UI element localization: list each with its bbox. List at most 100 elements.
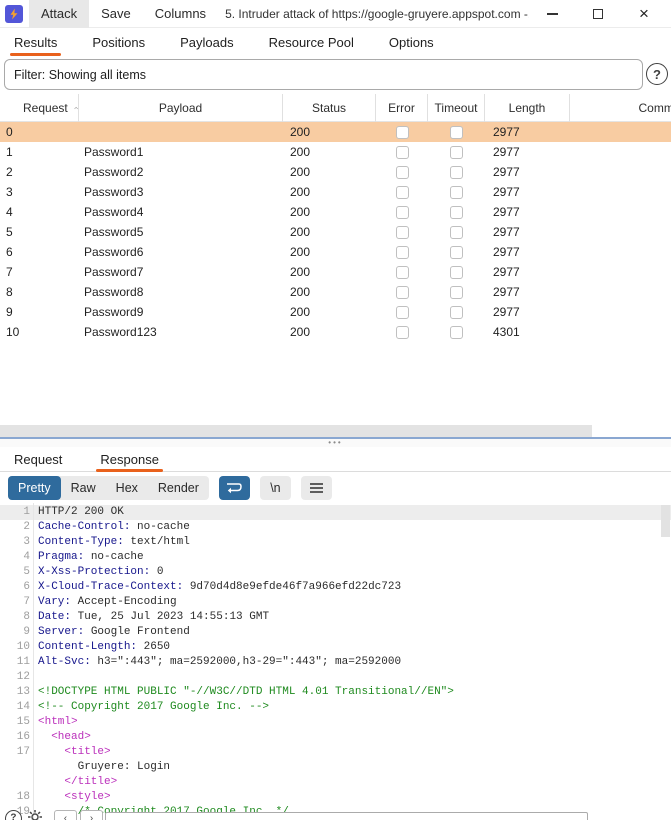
cell-comment	[570, 262, 671, 282]
cell-length: 2977	[485, 262, 570, 282]
help-icon[interactable]: ?	[646, 63, 668, 85]
cell-timeout	[428, 222, 485, 242]
timeout-checkbox[interactable]	[450, 166, 463, 179]
timeout-checkbox[interactable]	[450, 146, 463, 159]
vertical-scrollbar-thumb[interactable]	[661, 505, 670, 537]
maximize-button[interactable]	[575, 0, 621, 28]
tab-payloads[interactable]: Payloads	[178, 28, 235, 56]
cell-timeout	[428, 122, 485, 142]
cell-error	[376, 222, 428, 242]
view-mode-raw[interactable]: Raw	[61, 476, 106, 500]
cell-payload: Password4	[79, 202, 283, 222]
timeout-checkbox[interactable]	[450, 306, 463, 319]
cell-error	[376, 262, 428, 282]
menu-attack[interactable]: Attack	[29, 0, 89, 28]
tab-results[interactable]: Results	[12, 28, 59, 56]
header-error[interactable]: Error	[376, 94, 428, 122]
cell-timeout	[428, 262, 485, 282]
error-checkbox[interactable]	[396, 226, 409, 239]
response-line: 18 <style>	[0, 790, 671, 805]
header-payload[interactable]: Payload	[79, 94, 283, 122]
cell-payload: Password9	[79, 302, 283, 322]
line-number: 5	[0, 565, 30, 580]
table-row[interactable]: 0 200 2977	[0, 122, 671, 142]
cell-request: 7	[0, 262, 79, 282]
header-length[interactable]: Length	[485, 94, 570, 122]
close-button[interactable]: ×	[621, 0, 667, 28]
response-line: 7 Vary: Accept-Encoding	[0, 595, 671, 610]
timeout-checkbox[interactable]	[450, 226, 463, 239]
editor-search-input[interactable]	[105, 812, 588, 820]
filter-bar[interactable]: Filter: Showing all items	[4, 59, 643, 90]
cell-comment	[570, 282, 671, 302]
tab-request[interactable]: Request	[12, 447, 64, 471]
cell-status: 200	[283, 142, 376, 162]
error-checkbox[interactable]	[396, 286, 409, 299]
line-number: 14	[0, 700, 30, 715]
table-row[interactable]: 3 Password3 200 2977	[0, 182, 671, 202]
wrap-toggle-button[interactable]	[219, 476, 250, 500]
cell-error	[376, 302, 428, 322]
table-row[interactable]: 1 Password1 200 2977	[0, 142, 671, 162]
error-checkbox[interactable]	[396, 186, 409, 199]
tab-resource-pool[interactable]: Resource Pool	[267, 28, 356, 56]
table-row[interactable]: 4 Password4 200 2977	[0, 202, 671, 222]
view-mode-pretty[interactable]: Pretty	[8, 476, 61, 500]
view-mode-hex[interactable]: Hex	[106, 476, 148, 500]
table-row[interactable]: 2 Password2 200 2977	[0, 162, 671, 182]
gear-icon[interactable]	[27, 809, 43, 820]
response-line: 11 Alt-Svc: h3=":443"; ma=2592000,h3-29=…	[0, 655, 671, 670]
tab-positions[interactable]: Positions	[90, 28, 147, 56]
timeout-checkbox[interactable]	[450, 326, 463, 339]
cell-timeout	[428, 282, 485, 302]
table-row[interactable]: 9 Password9 200 2977	[0, 302, 671, 322]
cell-length: 2977	[485, 182, 570, 202]
line-number: 12	[0, 670, 30, 685]
timeout-checkbox[interactable]	[450, 286, 463, 299]
search-next-button[interactable]: ›	[80, 810, 103, 820]
minimize-button[interactable]	[529, 0, 575, 28]
menu-save[interactable]: Save	[89, 0, 143, 28]
table-row[interactable]: 7 Password7 200 2977	[0, 262, 671, 282]
header-request[interactable]: Request	[0, 94, 79, 122]
error-checkbox[interactable]	[396, 306, 409, 319]
timeout-checkbox[interactable]	[450, 186, 463, 199]
cell-timeout	[428, 322, 485, 342]
header-status[interactable]: Status	[283, 94, 376, 122]
splitter-handle-icon[interactable]: •••	[328, 439, 342, 447]
error-checkbox[interactable]	[396, 146, 409, 159]
panel-splitter[interactable]: •••	[0, 437, 671, 447]
table-row[interactable]: 8 Password8 200 2977	[0, 282, 671, 302]
table-row[interactable]: 5 Password5 200 2977	[0, 222, 671, 242]
error-checkbox[interactable]	[396, 206, 409, 219]
newline-toggle-button[interactable]: \n	[260, 476, 291, 500]
error-checkbox[interactable]	[396, 166, 409, 179]
tab-options[interactable]: Options	[387, 28, 436, 56]
table-row[interactable]: 10 Password123 200 4301	[0, 322, 671, 342]
timeout-checkbox[interactable]	[450, 246, 463, 259]
menu-columns[interactable]: Columns	[143, 0, 218, 28]
cell-length: 2977	[485, 282, 570, 302]
header-timeout[interactable]: Timeout	[428, 94, 485, 122]
tab-response[interactable]: Response	[98, 447, 161, 471]
error-checkbox[interactable]	[396, 266, 409, 279]
error-checkbox[interactable]	[396, 326, 409, 339]
table-row[interactable]: 6 Password6 200 2977	[0, 242, 671, 262]
error-checkbox[interactable]	[396, 126, 409, 139]
cell-comment	[570, 182, 671, 202]
table-horizontal-scrollbar	[0, 425, 671, 437]
timeout-checkbox[interactable]	[450, 206, 463, 219]
view-mode-render[interactable]: Render	[148, 476, 209, 500]
header-comment[interactable]: Comment	[570, 94, 671, 122]
timeout-checkbox[interactable]	[450, 126, 463, 139]
line-number: 1	[0, 505, 30, 520]
timeout-checkbox[interactable]	[450, 266, 463, 279]
horizontal-scrollbar-thumb[interactable]	[0, 425, 592, 437]
search-help-icon[interactable]: ?	[5, 810, 22, 820]
editor-menu-button[interactable]	[301, 476, 332, 500]
search-prev-button[interactable]: ‹	[54, 810, 77, 820]
cell-timeout	[428, 142, 485, 162]
cell-request: 9	[0, 302, 79, 322]
error-checkbox[interactable]	[396, 246, 409, 259]
response-editor[interactable]: 1 HTTP/2 200 OK 2 Cache-Control: no-cach…	[0, 503, 671, 820]
